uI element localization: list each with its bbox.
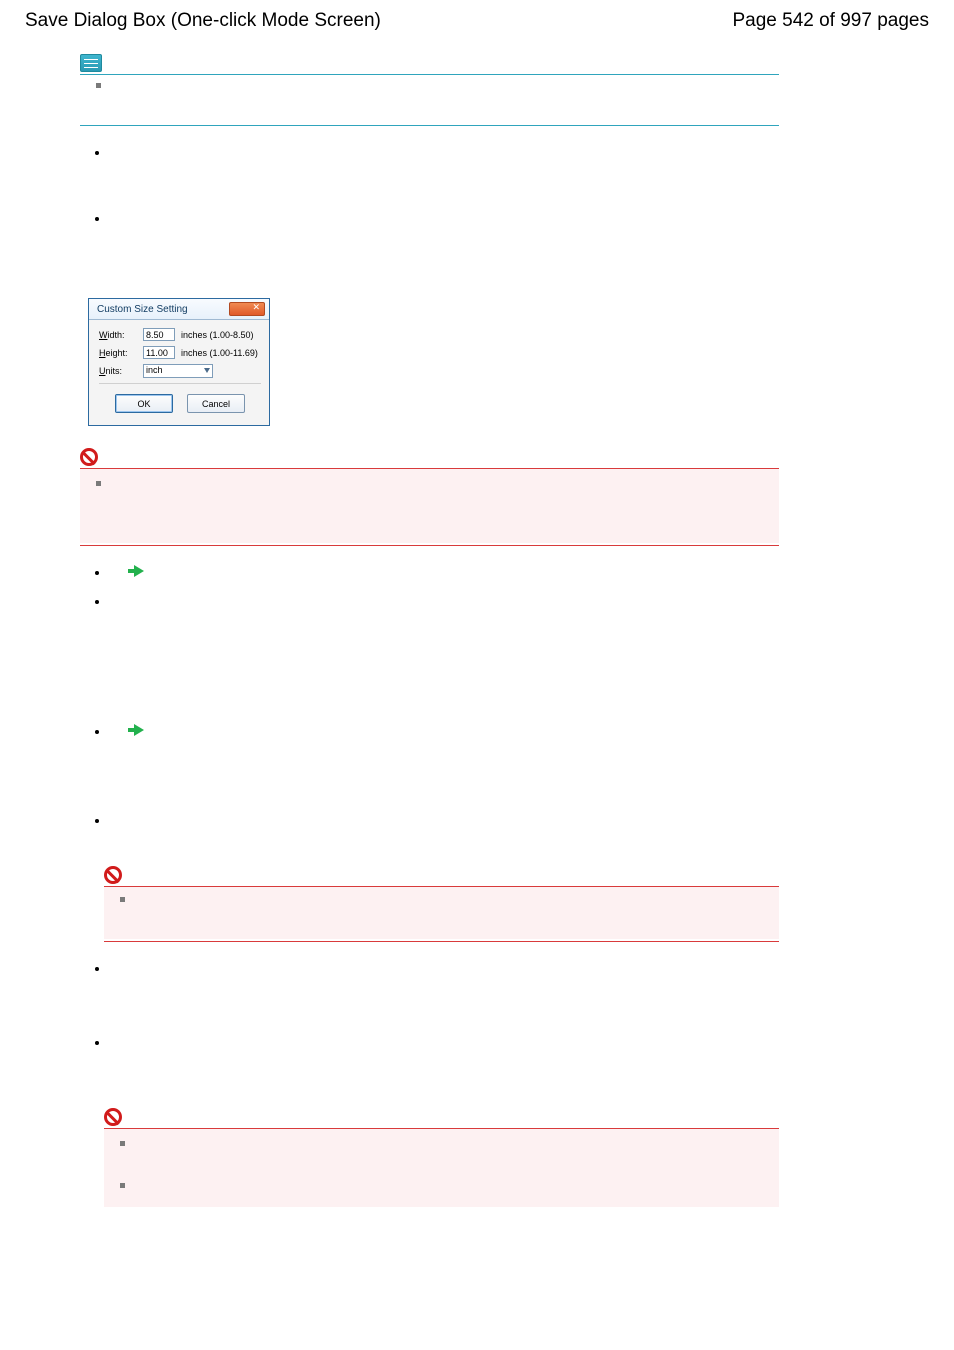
important-item: [120, 1183, 769, 1203]
width-hint: inches (1.00-8.50): [181, 330, 254, 340]
square-bullet-icon: [120, 1141, 125, 1146]
square-bullet-icon: [96, 83, 101, 88]
page-header: Save Dialog Box (One-click Mode Screen) …: [25, 10, 929, 32]
height-row: Height: inches (1.00-11.69): [99, 346, 261, 359]
units-row: Units: inch: [99, 364, 261, 378]
cancel-button[interactable]: Cancel: [187, 394, 245, 413]
important-block: [104, 1108, 779, 1207]
note-head: [80, 54, 779, 72]
list-item: [110, 564, 779, 577]
arrow-right-icon: [134, 724, 144, 736]
list-item: [110, 593, 779, 611]
note-icon: [80, 54, 102, 72]
height-hint: inches (1.00-11.69): [181, 348, 258, 358]
note-rule-bottom: [80, 125, 779, 126]
note-block: [80, 54, 779, 126]
important-rule-bottom: [80, 545, 779, 546]
units-label: Units:: [99, 366, 137, 376]
important-block: [104, 866, 779, 942]
bullet-list-3: [80, 960, 779, 1052]
width-row: Width: inches (1.00-8.50): [99, 328, 261, 341]
important-rule-bottom: [104, 941, 779, 942]
dialog-buttons: OK Cancel: [99, 390, 261, 421]
important-item: [120, 897, 769, 931]
see-also: [134, 724, 779, 736]
height-input[interactable]: [143, 346, 175, 359]
page-title: Save Dialog Box (One-click Mode Screen): [25, 10, 381, 32]
list-item: [110, 1034, 779, 1052]
page: Save Dialog Box (One-click Mode Screen) …: [0, 0, 954, 1350]
important-body: [104, 887, 779, 939]
important-item: [120, 1141, 769, 1183]
page-number: Page 542 of 997 pages: [732, 10, 929, 32]
important-body: [104, 1129, 779, 1207]
custom-size-dialog: Custom Size Setting Width: inches (1.00-…: [88, 298, 270, 426]
bullet-list-1: [80, 144, 779, 228]
list-item: [110, 693, 779, 786]
square-bullet-icon: [120, 897, 125, 902]
prohibit-icon: [80, 448, 98, 466]
list-item: [110, 812, 779, 830]
important-body: [80, 469, 779, 543]
important-item: [96, 481, 769, 515]
arrow-right-icon: [134, 565, 144, 577]
important-head: [104, 1108, 779, 1126]
bullet-list-2: [80, 564, 779, 830]
note-body: [80, 75, 779, 123]
prohibit-icon: [104, 1108, 122, 1126]
ok-button[interactable]: OK: [115, 394, 173, 413]
square-bullet-icon: [96, 481, 101, 486]
width-label: Width:: [99, 330, 137, 340]
dialog-body: Width: inches (1.00-8.50) Height: inches…: [89, 320, 269, 425]
list-item: [110, 144, 779, 162]
dialog-separator: [99, 383, 261, 384]
prohibit-icon: [104, 866, 122, 884]
important-block: [80, 448, 779, 546]
see-also: [134, 565, 779, 577]
note-item: [96, 83, 769, 117]
list-item: [110, 960, 779, 978]
units-select[interactable]: inch: [143, 364, 213, 378]
important-head: [104, 866, 779, 884]
important-head: [80, 448, 779, 466]
dialog-titlebar: Custom Size Setting: [89, 299, 269, 320]
page-content: Custom Size Setting Width: inches (1.00-…: [80, 54, 779, 1207]
dialog-title: Custom Size Setting: [97, 304, 188, 315]
width-input[interactable]: [143, 328, 175, 341]
height-label: Height:: [99, 348, 137, 358]
close-icon[interactable]: [229, 302, 265, 316]
list-item: [110, 210, 779, 228]
square-bullet-icon: [120, 1183, 125, 1188]
